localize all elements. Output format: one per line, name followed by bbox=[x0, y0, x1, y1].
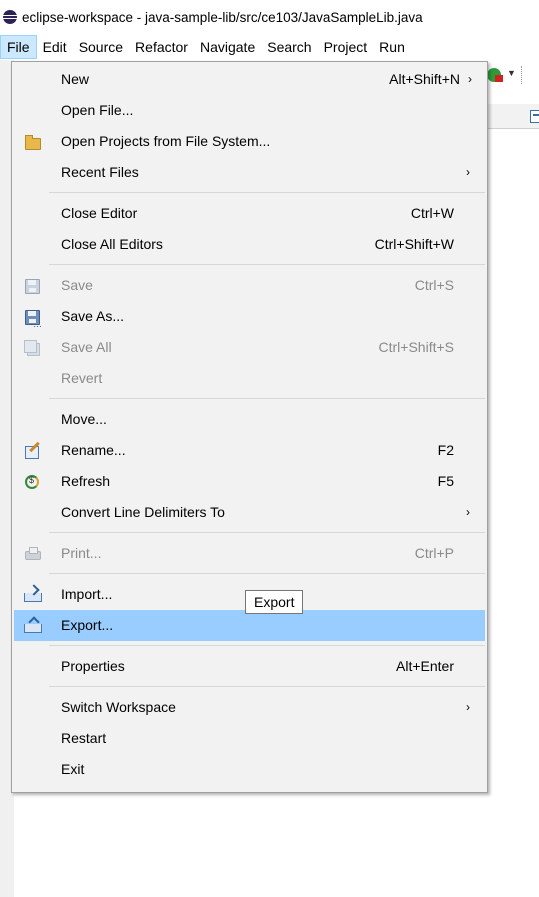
menu-item-convert-line-delimiters[interactable]: Convert Line Delimiters To › bbox=[14, 497, 485, 528]
menu-file[interactable]: File bbox=[0, 35, 37, 59]
menu-separator bbox=[49, 264, 485, 265]
import-icon bbox=[24, 587, 42, 603]
menu-item-revert[interactable]: Revert bbox=[14, 363, 485, 394]
chevron-right-icon: › bbox=[466, 165, 470, 179]
export-tooltip: Export bbox=[245, 590, 304, 614]
menu-item-restart[interactable]: Restart bbox=[14, 723, 485, 754]
outline-view-icon[interactable] bbox=[530, 110, 539, 123]
menu-item-label: Open File... bbox=[61, 102, 134, 118]
menu-item-label: Export... bbox=[61, 617, 114, 633]
stop-icon bbox=[495, 75, 503, 82]
menu-item-print[interactable]: Print... Ctrl+P bbox=[14, 538, 485, 569]
save-all-icon bbox=[24, 340, 40, 356]
menu-separator bbox=[49, 192, 485, 193]
menu-project[interactable]: Project bbox=[318, 35, 374, 59]
chevron-right-icon: › bbox=[468, 72, 472, 86]
menu-item-accel: Alt+Shift+N bbox=[389, 71, 460, 87]
menu-item-save-as[interactable]: … Save As... bbox=[14, 301, 485, 332]
menu-item-label: Close Editor bbox=[61, 205, 138, 221]
chevron-right-icon: › bbox=[466, 505, 470, 519]
menu-item-accel: Alt+Enter bbox=[396, 658, 454, 674]
menu-separator bbox=[49, 398, 485, 399]
toolbar-separator bbox=[521, 66, 523, 84]
menu-item-save-all[interactable]: Save All Ctrl+Shift+S bbox=[14, 332, 485, 363]
print-icon bbox=[24, 546, 41, 562]
menu-item-label: Save All bbox=[61, 339, 112, 355]
save-as-icon: … bbox=[24, 309, 42, 329]
menu-refactor[interactable]: Refactor bbox=[129, 35, 194, 59]
menu-item-open-projects[interactable]: Open Projects from File System... bbox=[14, 126, 485, 157]
menu-item-label: Save As... bbox=[61, 308, 125, 324]
menu-item-accel: Ctrl+P bbox=[414, 545, 454, 561]
menu-item-save[interactable]: Save Ctrl+S bbox=[14, 270, 485, 301]
refresh-icon bbox=[24, 474, 40, 490]
menu-item-label: Print... bbox=[61, 545, 102, 561]
menu-item-label: New bbox=[61, 71, 90, 87]
menu-item-accel: Ctrl+Shift+W bbox=[374, 236, 454, 252]
menu-item-open-file[interactable]: Open File... bbox=[14, 95, 485, 126]
menu-edit[interactable]: Edit bbox=[37, 35, 73, 59]
title-bar: eclipse-workspace - java-sample-lib/src/… bbox=[0, 0, 539, 34]
menu-item-close-all-editors[interactable]: Close All Editors Ctrl+Shift+W bbox=[14, 229, 485, 260]
menu-item-move[interactable]: Move... bbox=[14, 404, 485, 435]
eclipse-icon bbox=[3, 10, 17, 24]
menu-source[interactable]: Source bbox=[73, 35, 129, 59]
menu-item-label: Restart bbox=[61, 730, 107, 746]
menu-bar: File Edit Source Refactor Navigate Searc… bbox=[0, 34, 539, 60]
rename-icon bbox=[24, 443, 40, 459]
file-menu: New Alt+Shift+N › Open File... Open Proj… bbox=[11, 61, 488, 793]
menu-item-accel: Ctrl+W bbox=[410, 205, 454, 221]
menu-item-label: Exit bbox=[61, 761, 85, 777]
window-title: eclipse-workspace - java-sample-lib/src/… bbox=[22, 9, 423, 25]
menu-item-label: Move... bbox=[61, 411, 107, 427]
menu-item-label: Open Projects from File System... bbox=[61, 133, 271, 149]
menu-item-label: Convert Line Delimiters To bbox=[61, 504, 225, 520]
menu-item-refresh[interactable]: Refresh F5 bbox=[14, 466, 485, 497]
menu-item-label: Rename... bbox=[61, 442, 126, 458]
menu-item-recent-files[interactable]: Recent Files › bbox=[14, 157, 485, 188]
menu-item-accel: Ctrl+S bbox=[414, 277, 454, 293]
menu-item-label: Save bbox=[61, 277, 93, 293]
menu-separator bbox=[49, 573, 485, 574]
menu-item-export[interactable]: Export... bbox=[14, 610, 485, 641]
menu-item-label: Switch Workspace bbox=[61, 699, 176, 715]
export-icon bbox=[24, 618, 42, 634]
menu-item-accel: F5 bbox=[437, 473, 454, 489]
menu-separator bbox=[49, 686, 485, 687]
menu-item-close-editor[interactable]: Close Editor Ctrl+W bbox=[14, 198, 485, 229]
menu-run[interactable]: Run bbox=[373, 35, 411, 59]
menu-item-properties[interactable]: Properties Alt+Enter bbox=[14, 651, 485, 682]
toolbar: ▼ bbox=[485, 60, 539, 96]
menu-item-label: Refresh bbox=[61, 473, 111, 489]
menu-item-new[interactable]: New Alt+Shift+N › bbox=[14, 64, 485, 95]
menu-item-accel: F2 bbox=[437, 442, 454, 458]
menu-separator bbox=[49, 532, 485, 533]
menu-navigate[interactable]: Navigate bbox=[194, 35, 261, 59]
folder-icon bbox=[24, 134, 41, 150]
menu-search[interactable]: Search bbox=[261, 35, 317, 59]
menu-item-switch-workspace[interactable]: Switch Workspace › bbox=[14, 692, 485, 723]
menu-item-label: Import... bbox=[61, 586, 113, 602]
menu-item-rename[interactable]: Rename... F2 bbox=[14, 435, 485, 466]
menu-item-accel: Ctrl+Shift+S bbox=[378, 339, 454, 355]
save-icon bbox=[24, 278, 40, 294]
chevron-down-icon[interactable]: ▼ bbox=[507, 68, 516, 78]
menu-item-label: Close All Editors bbox=[61, 236, 163, 252]
menu-separator bbox=[49, 645, 485, 646]
menu-item-label: Properties bbox=[61, 658, 125, 674]
chevron-right-icon: › bbox=[466, 700, 470, 714]
menu-item-label: Revert bbox=[61, 370, 103, 386]
menu-item-label: Recent Files bbox=[61, 164, 139, 180]
menu-item-exit[interactable]: Exit bbox=[14, 754, 485, 785]
